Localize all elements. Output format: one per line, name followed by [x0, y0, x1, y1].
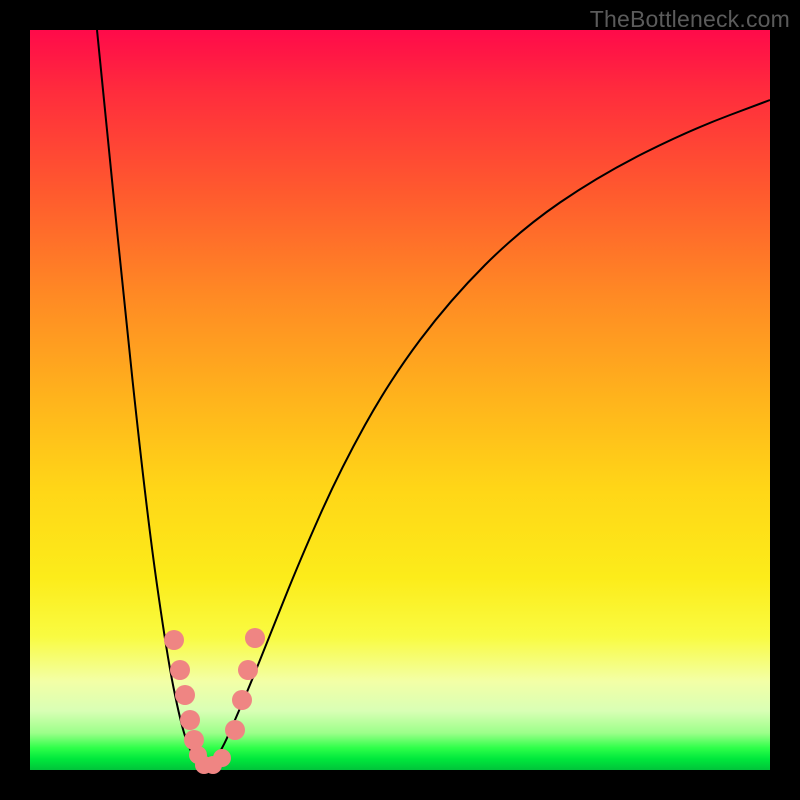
data-marker [232, 690, 252, 710]
data-marker [238, 660, 258, 680]
data-marker [164, 630, 184, 650]
data-marker [213, 749, 231, 767]
plot-area [30, 30, 770, 770]
watermark-text: TheBottleneck.com [590, 6, 790, 33]
data-marker [225, 720, 245, 740]
data-marker [175, 685, 195, 705]
right-branch-curve [206, 100, 770, 768]
markers-group [164, 628, 265, 774]
left-branch-curve [97, 30, 204, 768]
data-marker [180, 710, 200, 730]
chart-frame: TheBottleneck.com [0, 0, 800, 800]
data-marker [170, 660, 190, 680]
data-marker [245, 628, 265, 648]
curve-svg [30, 30, 770, 770]
